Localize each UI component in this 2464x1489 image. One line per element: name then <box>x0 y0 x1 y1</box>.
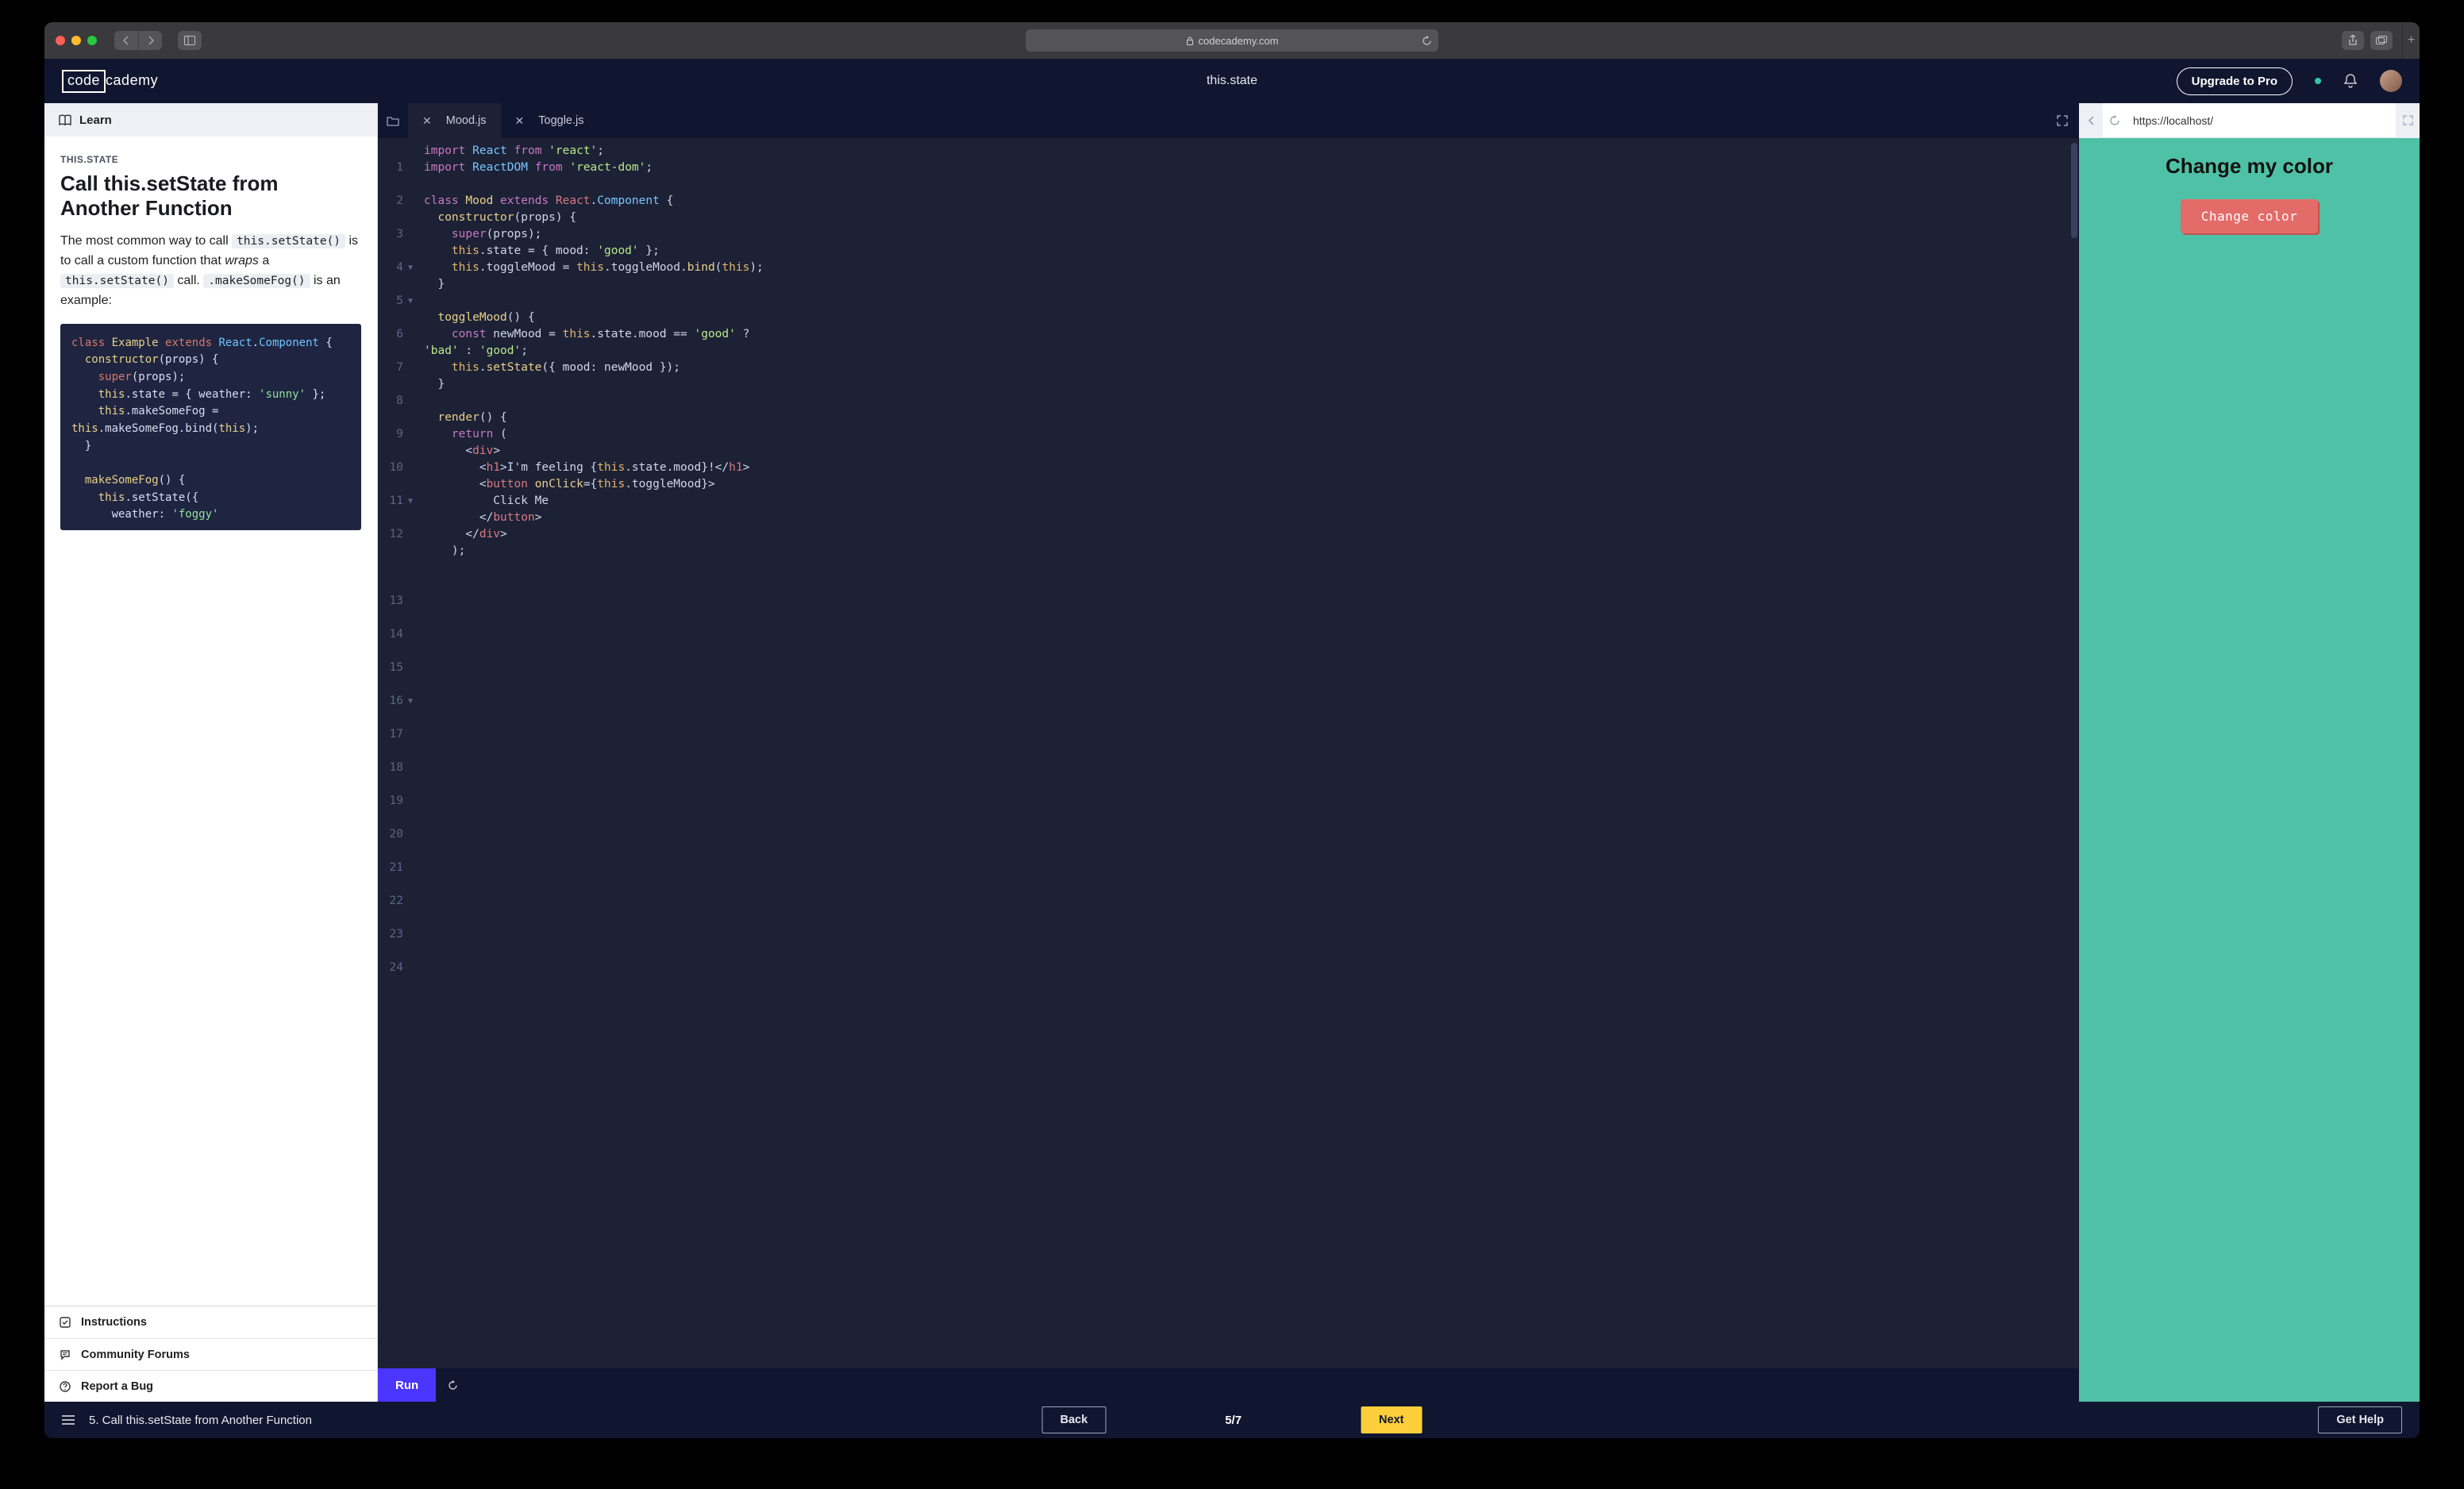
lesson-title: this.state <box>1207 74 1257 88</box>
logo[interactable]: code cademy <box>62 70 160 93</box>
code-editor-pane: ✕ Mood.js ✕ Toggle.js 1 2 3 4▼ 5▼ 6 7 8 … <box>378 103 2078 1402</box>
window-close-button[interactable] <box>56 36 65 45</box>
status-dot-icon <box>2315 78 2321 84</box>
tabs-button[interactable] <box>2370 31 2393 50</box>
chat-icon <box>59 1349 71 1360</box>
lock-icon <box>1186 37 1194 45</box>
notifications-button[interactable] <box>2343 73 2358 89</box>
nav-back-button[interactable] <box>114 31 138 50</box>
checkbox-icon <box>59 1317 71 1328</box>
window-minimize-button[interactable] <box>71 36 81 45</box>
preview-pane: https://localhost/ Change my color Chang… <box>2078 103 2420 1402</box>
nav-forward-button[interactable] <box>138 31 162 50</box>
logo-box: code <box>62 70 106 93</box>
lesson-heading: Call this.setState from Another Function <box>60 171 361 221</box>
sidebar-toggle-button[interactable] <box>178 31 202 50</box>
get-help-button[interactable]: Get Help <box>2318 1406 2402 1433</box>
address-bar[interactable]: codecademy.com <box>1026 29 1438 52</box>
next-button[interactable]: Next <box>1361 1406 1422 1433</box>
share-button[interactable] <box>2342 31 2364 50</box>
run-button[interactable]: Run <box>378 1368 436 1402</box>
syllabus-menu-button[interactable] <box>62 1415 75 1425</box>
lesson-footer: 5. Call this.setState from Another Funct… <box>44 1402 2420 1438</box>
address-domain: codecademy.com <box>1199 35 1279 47</box>
browser-window: codecademy.com + code cademy this.state … <box>44 22 2420 1438</box>
learn-bar[interactable]: Learn <box>44 103 377 137</box>
expand-editor-button[interactable] <box>2046 103 2078 138</box>
lesson-accordion: Instructions Community Forums Report a B… <box>44 1306 377 1402</box>
run-bar: Run <box>378 1368 2078 1402</box>
tab-toggle-js[interactable]: ✕ Toggle.js <box>501 103 599 138</box>
close-tab-icon[interactable]: ✕ <box>515 114 525 128</box>
editor-tabs: ✕ Mood.js ✕ Toggle.js <box>378 103 2078 138</box>
footer-crumb: 5. Call this.setState from Another Funct… <box>89 1414 312 1427</box>
tab-mood-js[interactable]: ✕ Mood.js <box>408 103 501 138</box>
logo-text: cademy <box>104 71 160 91</box>
upgrade-button[interactable]: Upgrade to Pro <box>2177 67 2293 95</box>
reset-button[interactable] <box>436 1368 469 1402</box>
code-editor[interactable]: 1 2 3 4▼ 5▼ 6 7 8 9 10 11▼ 12 13 14 15 1… <box>378 138 2078 1010</box>
window-fullscreen-button[interactable] <box>87 36 97 45</box>
preview-viewport: Change my color Change color <box>2079 138 2420 1402</box>
change-color-button[interactable]: Change color <box>2181 199 2319 233</box>
preview-back-button[interactable] <box>2079 103 2103 138</box>
avatar[interactable] <box>2380 70 2402 92</box>
titlebar: codecademy.com + <box>44 22 2420 59</box>
file-tree-button[interactable] <box>378 103 408 138</box>
back-button[interactable]: Back <box>1042 1406 1107 1433</box>
accordion-instructions[interactable]: Instructions <box>44 1306 377 1338</box>
line-gutter: 1 2 3 4▼ 5▼ 6 7 8 9 10 11▼ 12 13 14 15 1… <box>378 143 410 1010</box>
lesson-eyebrow: THIS.STATE <box>60 154 361 165</box>
preview-refresh-button[interactable] <box>2103 103 2127 138</box>
learn-label: Learn <box>79 114 112 127</box>
editor-scrollbar[interactable] <box>2071 143 2077 238</box>
new-tab-button[interactable]: + <box>2402 22 2420 59</box>
preview-toolbar: https://localhost/ <box>2079 103 2420 138</box>
help-icon <box>59 1381 71 1392</box>
lesson-content: THIS.STATE Call this.setState from Anoth… <box>44 137 377 1306</box>
reload-icon[interactable] <box>1422 36 1432 46</box>
preview-url[interactable]: https://localhost/ <box>2127 114 2396 127</box>
progress-indicator: 5/7 <box>1225 1414 1242 1427</box>
accordion-report-bug[interactable]: Report a Bug <box>44 1370 377 1402</box>
book-icon <box>59 114 71 125</box>
accordion-forums[interactable]: Community Forums <box>44 1338 377 1370</box>
preview-expand-button[interactable] <box>2396 103 2420 138</box>
close-tab-icon[interactable]: ✕ <box>422 114 432 128</box>
app-header: code cademy this.state Upgrade to Pro <box>44 59 2420 103</box>
code-content[interactable]: import React from 'react'; import ReactD… <box>410 143 2078 1010</box>
preview-heading: Change my color <box>2166 154 2333 179</box>
nav-buttons <box>114 31 162 50</box>
lesson-paragraph: The most common way to call this.setStat… <box>60 232 361 310</box>
code-example: class Example extends React.Component { … <box>60 324 361 531</box>
lesson-pane: Learn THIS.STATE Call this.setState from… <box>44 103 378 1402</box>
window-controls <box>56 36 97 45</box>
